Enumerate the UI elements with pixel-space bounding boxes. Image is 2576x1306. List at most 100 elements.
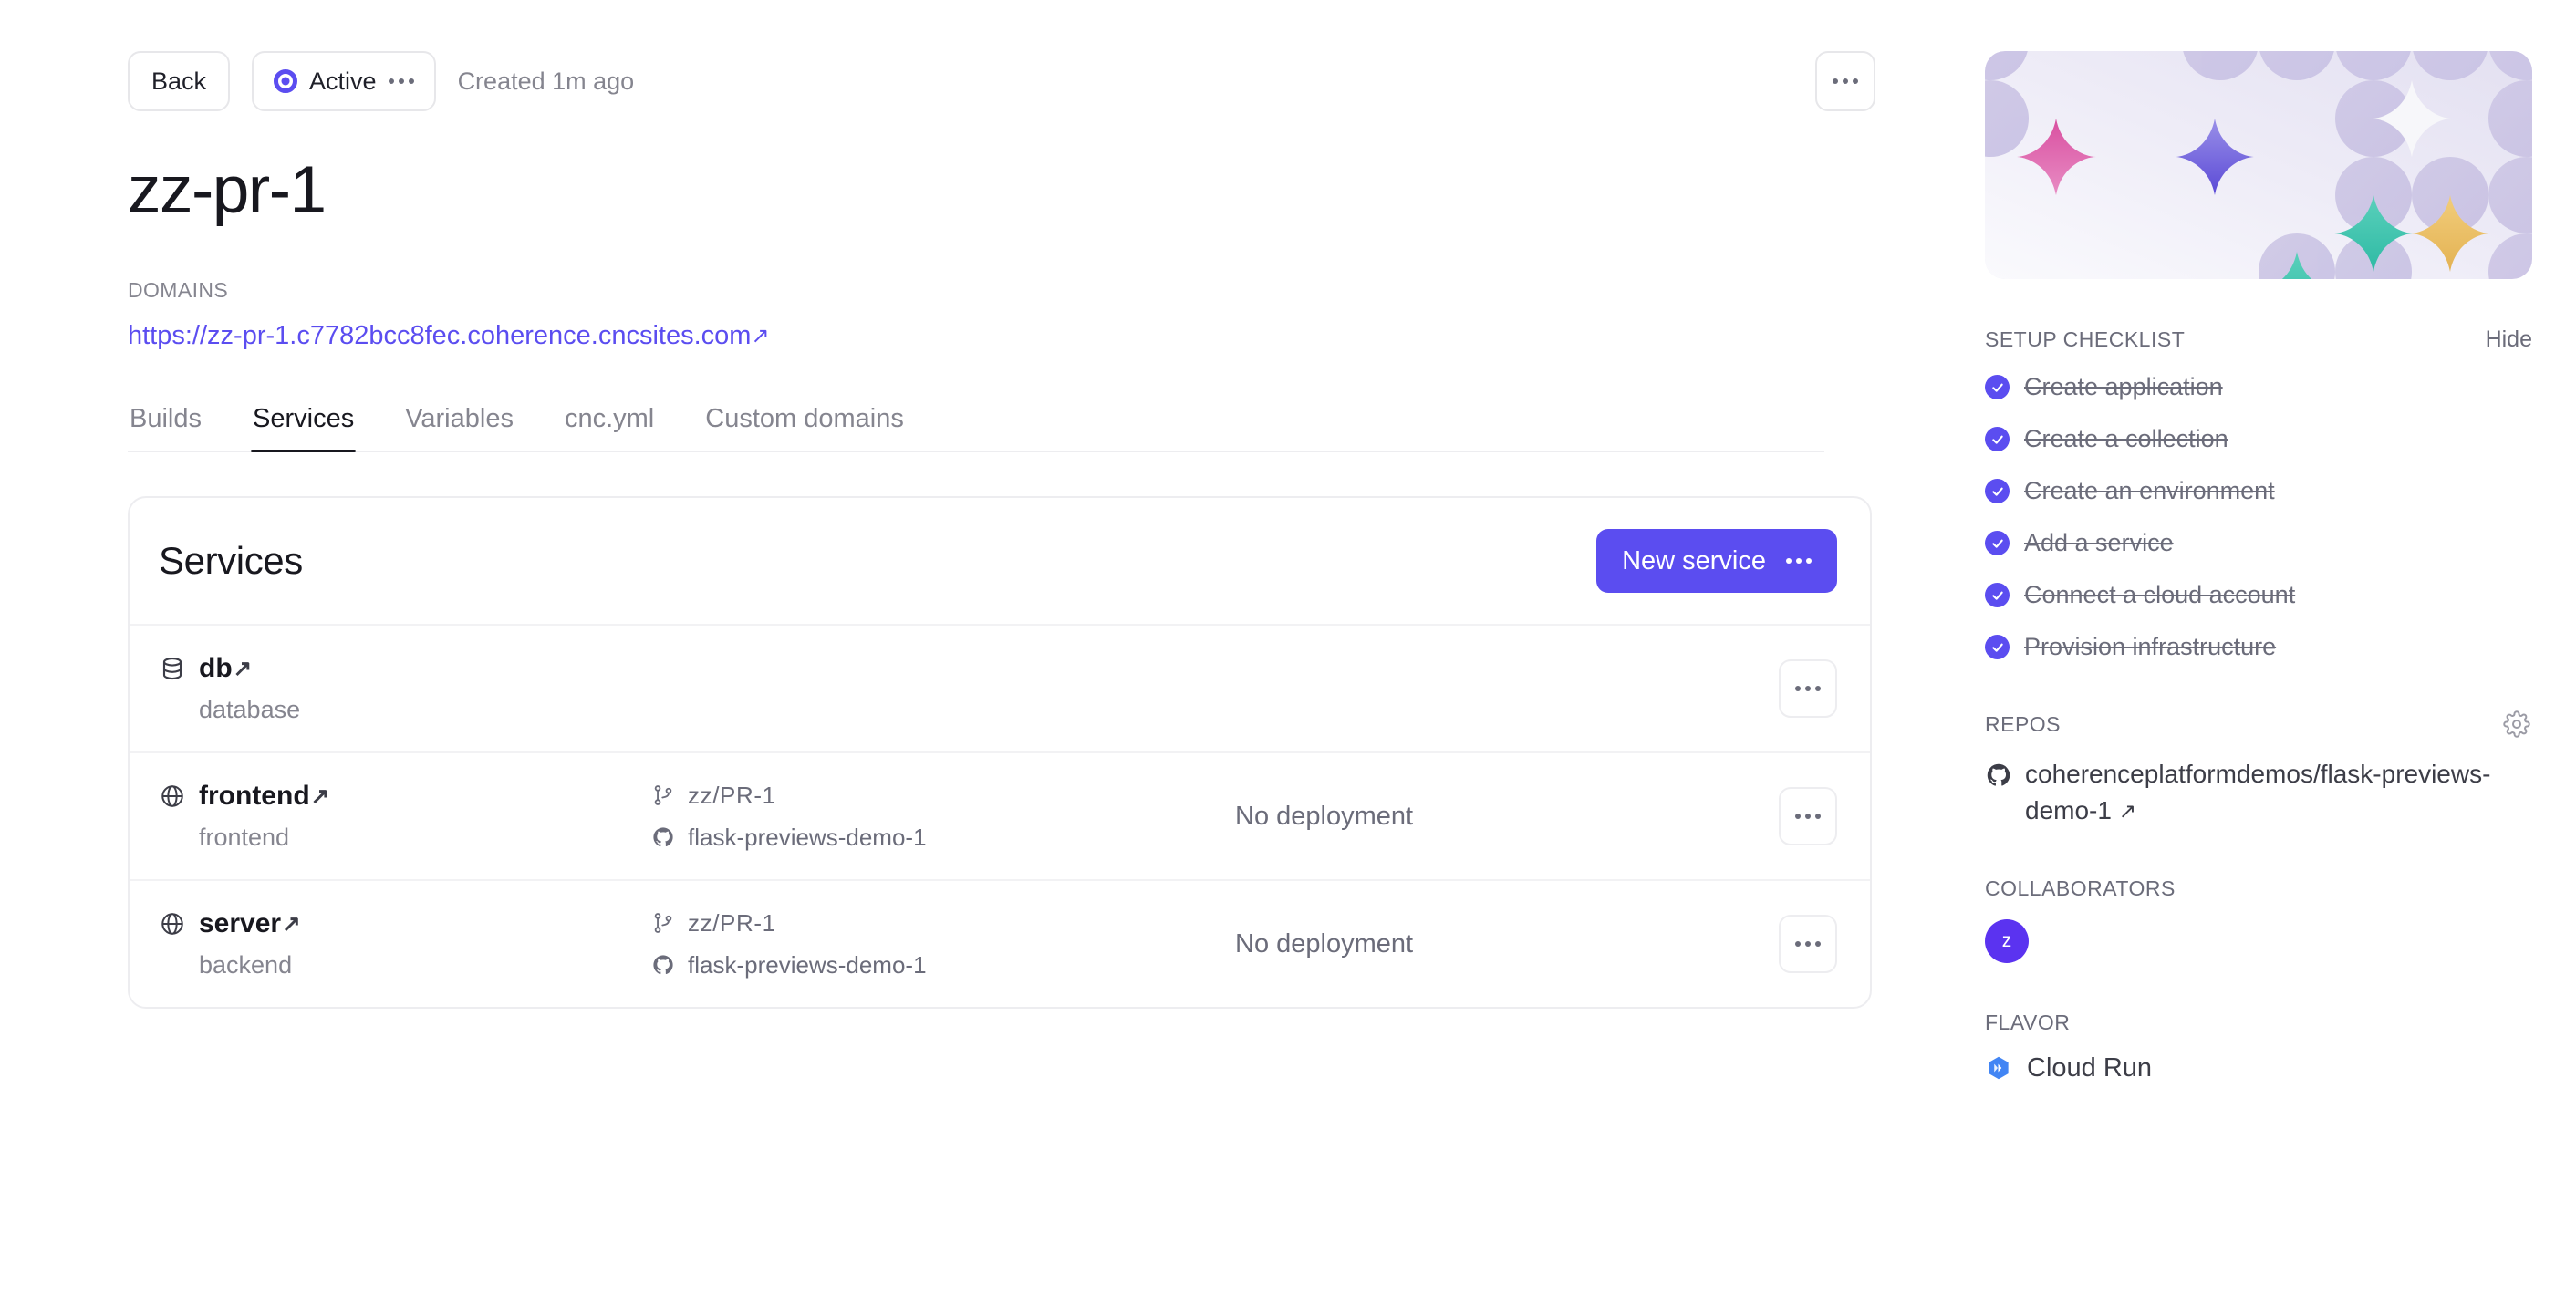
services-card-header: Services New service — [130, 498, 1870, 624]
checklist-item-label: Connect a cloud account — [2024, 581, 2296, 608]
flavor-title: FLAVOR — [1985, 1010, 2071, 1034]
service-repo-text: flask-previews-demo-1 — [688, 950, 927, 979]
collaborators-section: COLLABORATORS z — [1985, 876, 2532, 963]
check-circle-icon — [1985, 479, 2010, 503]
tab-variables[interactable]: Variables — [403, 404, 515, 451]
row-more-button[interactable] — [1779, 787, 1837, 845]
checklist-item-label: Create a collection — [2024, 425, 2228, 452]
service-link[interactable]: frontend ↗ — [199, 781, 329, 812]
tab-custom-domains[interactable]: Custom domains — [703, 404, 906, 451]
github-icon — [651, 825, 675, 849]
services-card: Services New service db ↗ database front… — [128, 496, 1872, 1009]
service-subtitle: database — [199, 696, 301, 723]
setup-checklist-section: SETUP CHECKLIST Hide Create application — [1985, 326, 2532, 661]
table-row[interactable]: server ↗ backend zz/PR-1 flask-previews-… — [130, 879, 1870, 1007]
app-page: Back Active Created 1m ago zz-pr-1 DOMAI… — [0, 0, 2576, 1306]
service-branch-text: zz/PR-1 — [688, 908, 776, 937]
service-repo: flask-previews-demo-1 — [651, 824, 1235, 852]
database-icon — [159, 655, 186, 682]
service-subtitle: backend — [199, 951, 293, 979]
more-horizontal-icon — [1833, 78, 1858, 84]
domain-link-text: https://zz-pr-1.c7782bcc8fec.coherence.c… — [128, 321, 752, 350]
list-item[interactable]: Provision infrastructure — [1985, 633, 2532, 661]
service-branch: zz/PR-1 — [651, 782, 1235, 810]
external-link-icon: ↗ — [2118, 798, 2136, 823]
repos-section: REPOS coherenceplatformdemos/flask-previ… — [1985, 709, 2532, 829]
active-status-icon — [274, 69, 298, 93]
service-deployment-cell: No deployment — [1235, 801, 1414, 831]
service-link[interactable]: server ↗ — [199, 908, 301, 939]
check-circle-icon — [1985, 635, 2010, 659]
service-link[interactable]: db ↗ — [199, 653, 252, 684]
page-title: zz-pr-1 — [128, 153, 327, 227]
list-item[interactable]: Create an environment — [1985, 477, 2532, 505]
service-repo-text: flask-previews-demo-1 — [688, 823, 927, 851]
globe-icon — [159, 783, 186, 810]
more-horizontal-icon — [1795, 941, 1821, 947]
gear-icon[interactable] — [2501, 709, 2532, 740]
collaborators-header: COLLABORATORS — [1985, 876, 2532, 901]
hide-checklist-button[interactable]: Hide — [2486, 326, 2532, 353]
domains-section: DOMAINS https://zz-pr-1.c7782bcc8fec.coh… — [128, 278, 1934, 351]
cloud-run-icon — [1985, 1054, 2012, 1082]
external-link-icon: ↗ — [233, 657, 253, 681]
service-name-text: db — [199, 653, 233, 683]
service-deployment-cell: No deployment — [1235, 928, 1414, 959]
repos-title: REPOS — [1985, 711, 2062, 736]
service-repo: flask-previews-demo-1 — [651, 951, 1235, 980]
checklist-item-label: Create application — [2024, 373, 2223, 400]
service-name-text: server — [199, 908, 282, 938]
service-name-text: frontend — [199, 781, 310, 811]
created-timestamp: Created 1m ago — [457, 67, 635, 95]
right-sidebar: SETUP CHECKLIST Hide Create application — [1934, 0, 2576, 1306]
avatar[interactable]: z — [1985, 918, 2029, 963]
tab-bar: Builds Services Variables cnc.yml Custom… — [128, 404, 1824, 452]
service-name-cell: server ↗ backend — [159, 908, 651, 980]
list-item[interactable]: Add a service — [1985, 529, 2532, 557]
external-link-icon: ↗ — [310, 784, 330, 809]
row-more-button[interactable] — [1779, 659, 1837, 718]
flavor-value: Cloud Run — [1985, 1053, 2532, 1083]
more-horizontal-icon — [1795, 686, 1821, 691]
service-subtitle: frontend — [199, 824, 290, 851]
decorative-banner — [1985, 51, 2532, 279]
back-button[interactable]: Back — [128, 51, 231, 111]
service-repo-cell: zz/PR-1 flask-previews-demo-1 — [651, 782, 1235, 852]
check-circle-icon — [1985, 531, 2010, 555]
branch-icon — [651, 783, 675, 807]
tab-services[interactable]: Services — [251, 404, 357, 452]
setup-checklist-items: Create application Create a collection C… — [1985, 373, 2532, 661]
service-branch-text: zz/PR-1 — [688, 781, 776, 809]
tab-builds[interactable]: Builds — [128, 404, 203, 451]
new-service-button-label: New service — [1622, 545, 1766, 575]
status-badge-label: Active — [309, 67, 377, 95]
domain-link[interactable]: https://zz-pr-1.c7782bcc8fec.coherence.c… — [128, 321, 769, 351]
service-repo-cell: zz/PR-1 flask-previews-demo-1 — [651, 909, 1235, 980]
page-toolbar: Back Active Created 1m ago — [128, 51, 1934, 111]
repo-name-text: coherenceplatformdemos/flask-previews-de… — [2025, 760, 2491, 824]
row-more-button[interactable] — [1779, 915, 1837, 973]
status-badge[interactable]: Active — [252, 51, 436, 111]
table-row[interactable]: frontend ↗ frontend zz/PR-1 flask-previe… — [130, 751, 1870, 879]
repo-link[interactable]: coherenceplatformdemos/flask-previews-de… — [1985, 756, 2532, 829]
status-menu-icon[interactable] — [388, 78, 414, 84]
tab-cnc-yml[interactable]: cnc.yml — [563, 404, 656, 451]
service-name-cell: db ↗ database — [159, 653, 651, 724]
external-link-icon: ↗ — [282, 912, 301, 937]
list-item[interactable]: Create a collection — [1985, 425, 2532, 453]
page-more-button[interactable] — [1815, 51, 1875, 111]
table-row[interactable]: db ↗ database — [130, 624, 1870, 751]
services-card-title: Services — [159, 539, 303, 582]
service-name-cell: frontend ↗ frontend — [159, 781, 651, 852]
new-service-menu-icon[interactable] — [1786, 558, 1812, 564]
list-item[interactable]: Create application — [1985, 373, 2532, 401]
checklist-item-label: Create an environment — [2024, 477, 2275, 504]
setup-checklist-title: SETUP CHECKLIST — [1985, 327, 2186, 351]
repo-name-text-wrap: coherenceplatformdemos/flask-previews-de… — [2025, 756, 2518, 829]
new-service-button[interactable]: New service — [1596, 529, 1837, 593]
more-horizontal-icon — [1795, 814, 1821, 819]
list-item[interactable]: Connect a cloud account — [1985, 581, 2532, 609]
collaborators-title: COLLABORATORS — [1985, 876, 2176, 900]
branch-icon — [651, 911, 675, 935]
flavor-section: FLAVOR Cloud Run — [1985, 1011, 2532, 1083]
